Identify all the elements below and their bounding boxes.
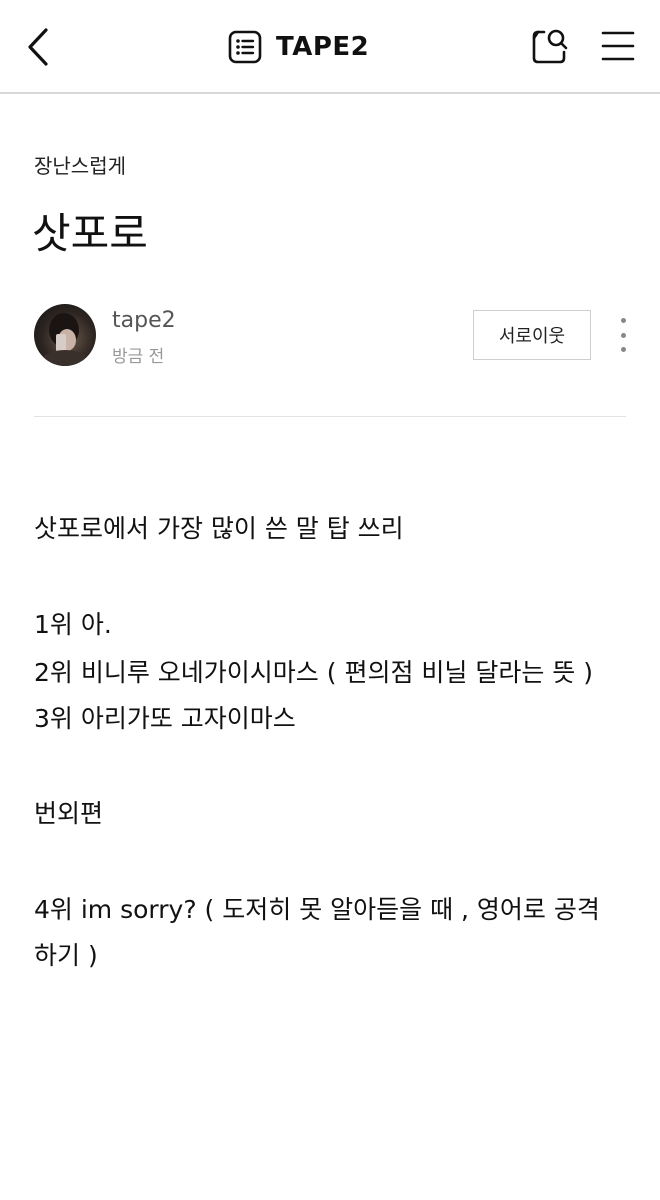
top-bar: TAPE2 [0, 0, 660, 94]
post-title: 삿포로 [32, 209, 148, 258]
more-options-button[interactable] [612, 318, 634, 352]
blog-title-link[interactable]: TAPE2 [228, 28, 369, 66]
author-name[interactable]: tape2 [112, 308, 176, 333]
search-button[interactable] [530, 24, 570, 68]
avatar-photo [41, 313, 89, 366]
back-button[interactable] [22, 24, 58, 70]
more-dot-icon [620, 318, 626, 323]
more-dot-icon [620, 332, 626, 338]
more-dot-icon [620, 347, 626, 352]
chevron-left-icon [28, 28, 48, 66]
post-body-line: 하기 ) [34, 941, 98, 970]
post-body-line: 1위 아. [34, 610, 112, 639]
add-neighbor-button[interactable]: 서로이웃 [473, 310, 591, 360]
menu-button[interactable] [600, 28, 636, 64]
post-body-line: 삿포로에서 가장 많이 쓴 말 탑 쓰리 [34, 514, 404, 543]
post-time: 방금 전 [112, 347, 165, 367]
post-body-line: 3위 아리가또 고자이마스 [34, 704, 296, 733]
search-icon [532, 29, 568, 64]
post-category[interactable]: 장난스럽게 [34, 150, 126, 179]
author-avatar[interactable] [34, 304, 96, 366]
list-icon [228, 30, 262, 64]
hamburger-icon [601, 31, 635, 61]
post-body-line: 번외편 [34, 799, 104, 828]
blog-title: TAPE2 [276, 32, 370, 62]
header-divider [34, 416, 626, 417]
post-body-line: 2위 비니루 오네가이시마스 ( 편의점 비닐 달라는 뜻 ) [34, 658, 593, 687]
post-body-line: 4위 im sorry? ( 도저히 못 알아듣을 때 , 영어로 공격 [34, 895, 600, 924]
